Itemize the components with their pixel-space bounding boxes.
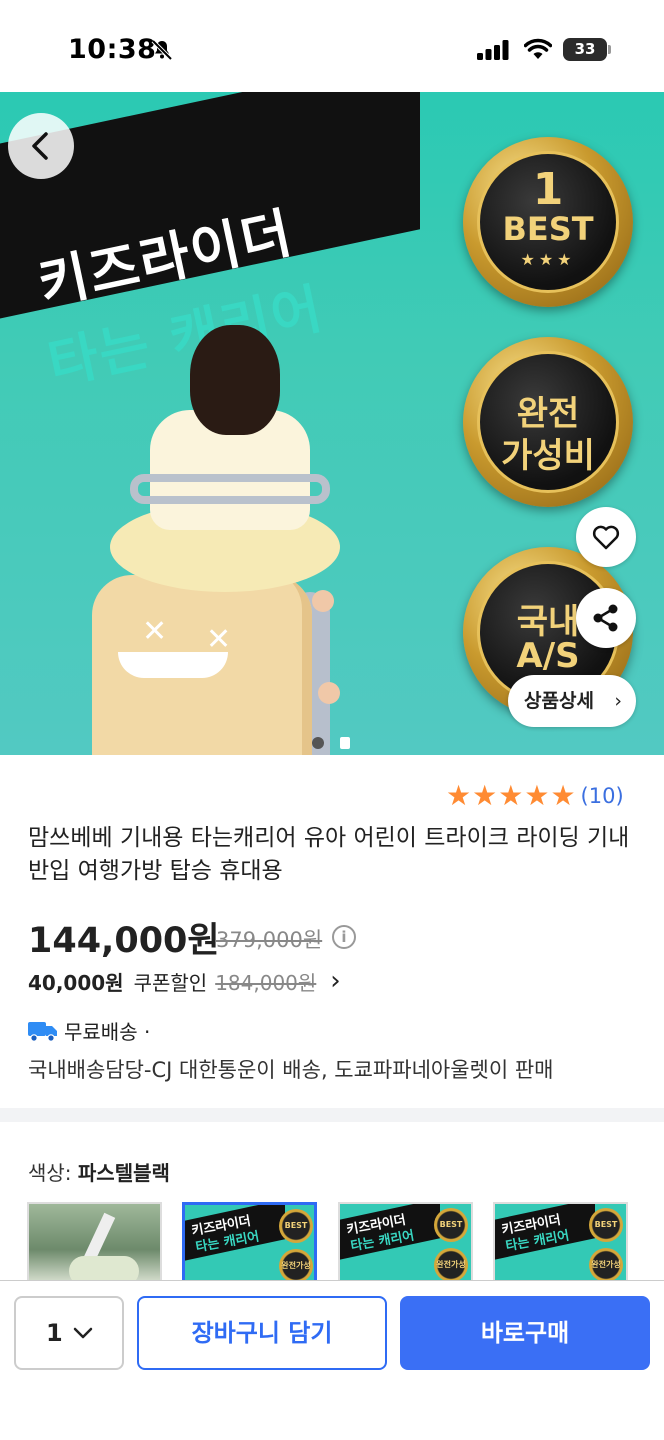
shipping-detail: 국내배송담당-CJ 대한통운이 배송, 도쿄파파네아울렛이 판매: [28, 1058, 554, 1082]
best-badge-stars: ★★★: [520, 250, 576, 269]
best-badge: 1 BEST ★★★: [463, 137, 633, 307]
color-option-label: 색상: 파스텔블랙: [28, 1157, 170, 1186]
color-thumb-2[interactable]: 키즈라이더 타는 캐리어 BEST 완전가성비: [182, 1202, 317, 1280]
share-button[interactable]: [576, 588, 636, 648]
star-icon: ★: [524, 779, 550, 812]
product-title: 맘쓰베베 기내용 타는캐리어 유아 어린이 트라이크 라이딩 기내반입 여행가방…: [28, 825, 630, 884]
share-icon: [593, 604, 618, 632]
coupon-amount: 40,000원: [28, 970, 124, 995]
chevron-right-icon: ›: [614, 690, 622, 712]
thumb-badge-best: BEST: [589, 1208, 623, 1242]
child-head: [190, 325, 280, 435]
rating[interactable]: ★ ★ ★ ★ ★ (10): [446, 780, 624, 812]
suitcase-eye-left: ✕: [142, 614, 168, 649]
star-icon: ★: [498, 779, 524, 812]
chevron-left-icon: [32, 132, 48, 160]
original-price: 379,000원: [216, 928, 323, 952]
section-divider: [0, 1108, 664, 1122]
add-to-cart-button[interactable]: 장바구니 담기: [137, 1296, 387, 1370]
sale-price: 144,000원: [28, 921, 220, 961]
product-detail-label: 상품상세: [524, 690, 594, 712]
thumb-badge-best: BEST: [279, 1209, 313, 1243]
color-thumb-3[interactable]: 키즈라이더 타는 캐리어 BEST 완전가성비: [338, 1202, 473, 1280]
value-badge: 완전 가성비: [463, 337, 633, 507]
star-icon: ★: [446, 779, 472, 812]
quantity-value: 1: [46, 1319, 63, 1347]
star-icon: ★: [472, 779, 498, 812]
coupon-row[interactable]: 40,000원 쿠폰할인 184,000원 ›: [28, 966, 341, 996]
coupon-original-price: 184,000원: [215, 970, 317, 995]
chevron-down-icon: [73, 1327, 93, 1339]
heart-icon: [592, 525, 620, 550]
wifi-icon: [524, 38, 552, 59]
bell-off-icon: [151, 39, 173, 61]
thumb-badge-value: 완전가성비: [279, 1249, 313, 1280]
info-icon[interactable]: i: [332, 925, 356, 949]
thumb-badge-value: 완전가성비: [434, 1248, 468, 1280]
shipping-row: 무료배송 ·: [28, 1016, 150, 1045]
back-button[interactable]: [8, 113, 74, 179]
star-icon: ★: [550, 779, 576, 812]
carousel-dot[interactable]: [340, 737, 350, 749]
color-label: 색상:: [28, 1161, 78, 1185]
truck-icon: [28, 1021, 57, 1042]
coupon-label: 쿠폰할인: [133, 970, 208, 995]
value-badge-line2: 가성비: [501, 436, 595, 476]
color-value: 파스텔블랙: [77, 1161, 170, 1185]
color-thumb-4[interactable]: 키즈라이더 타는 캐리어 BEST 완전가성비: [493, 1202, 628, 1280]
buy-now-button[interactable]: 바로구매: [400, 1296, 650, 1370]
wishlist-button[interactable]: [576, 507, 636, 567]
bottom-action-bar: 1 장바구니 담기 바로구매: [0, 1280, 664, 1440]
rating-count[interactable]: (10): [581, 784, 624, 808]
quantity-select[interactable]: 1: [14, 1296, 124, 1370]
color-thumb-1[interactable]: [27, 1202, 162, 1280]
best-badge-word: BEST: [502, 210, 594, 248]
battery-indicator: 33: [563, 38, 607, 61]
thumb-badge-best: BEST: [434, 1208, 468, 1242]
battery-cap: [608, 45, 611, 54]
product-hero-image[interactable]: 키즈라이더 타는 캐리어 ✕ ✕ 1 BEST ★★★ 완전 가성비 국내 A/…: [0, 92, 664, 755]
carousel-dot-active[interactable]: [312, 737, 324, 749]
suitcase-mouth: [118, 652, 228, 678]
thumb-badge-value: 완전가성비: [589, 1248, 623, 1280]
product-detail-button[interactable]: 상품상세 ›: [508, 675, 636, 727]
wheel-back: [318, 682, 340, 704]
ride-tray: [130, 474, 330, 504]
wheel-front: [312, 590, 334, 612]
status-bar: 10:38 33: [0, 0, 664, 92]
cellular-signal-icon: [477, 40, 509, 60]
chevron-right-icon: ›: [330, 966, 341, 996]
free-shipping-label: 무료배송 ·: [64, 1020, 151, 1044]
best-badge-number: 1: [532, 164, 564, 215]
status-time: 10:38: [68, 34, 157, 65]
thumb-suitcase: [69, 1256, 139, 1280]
